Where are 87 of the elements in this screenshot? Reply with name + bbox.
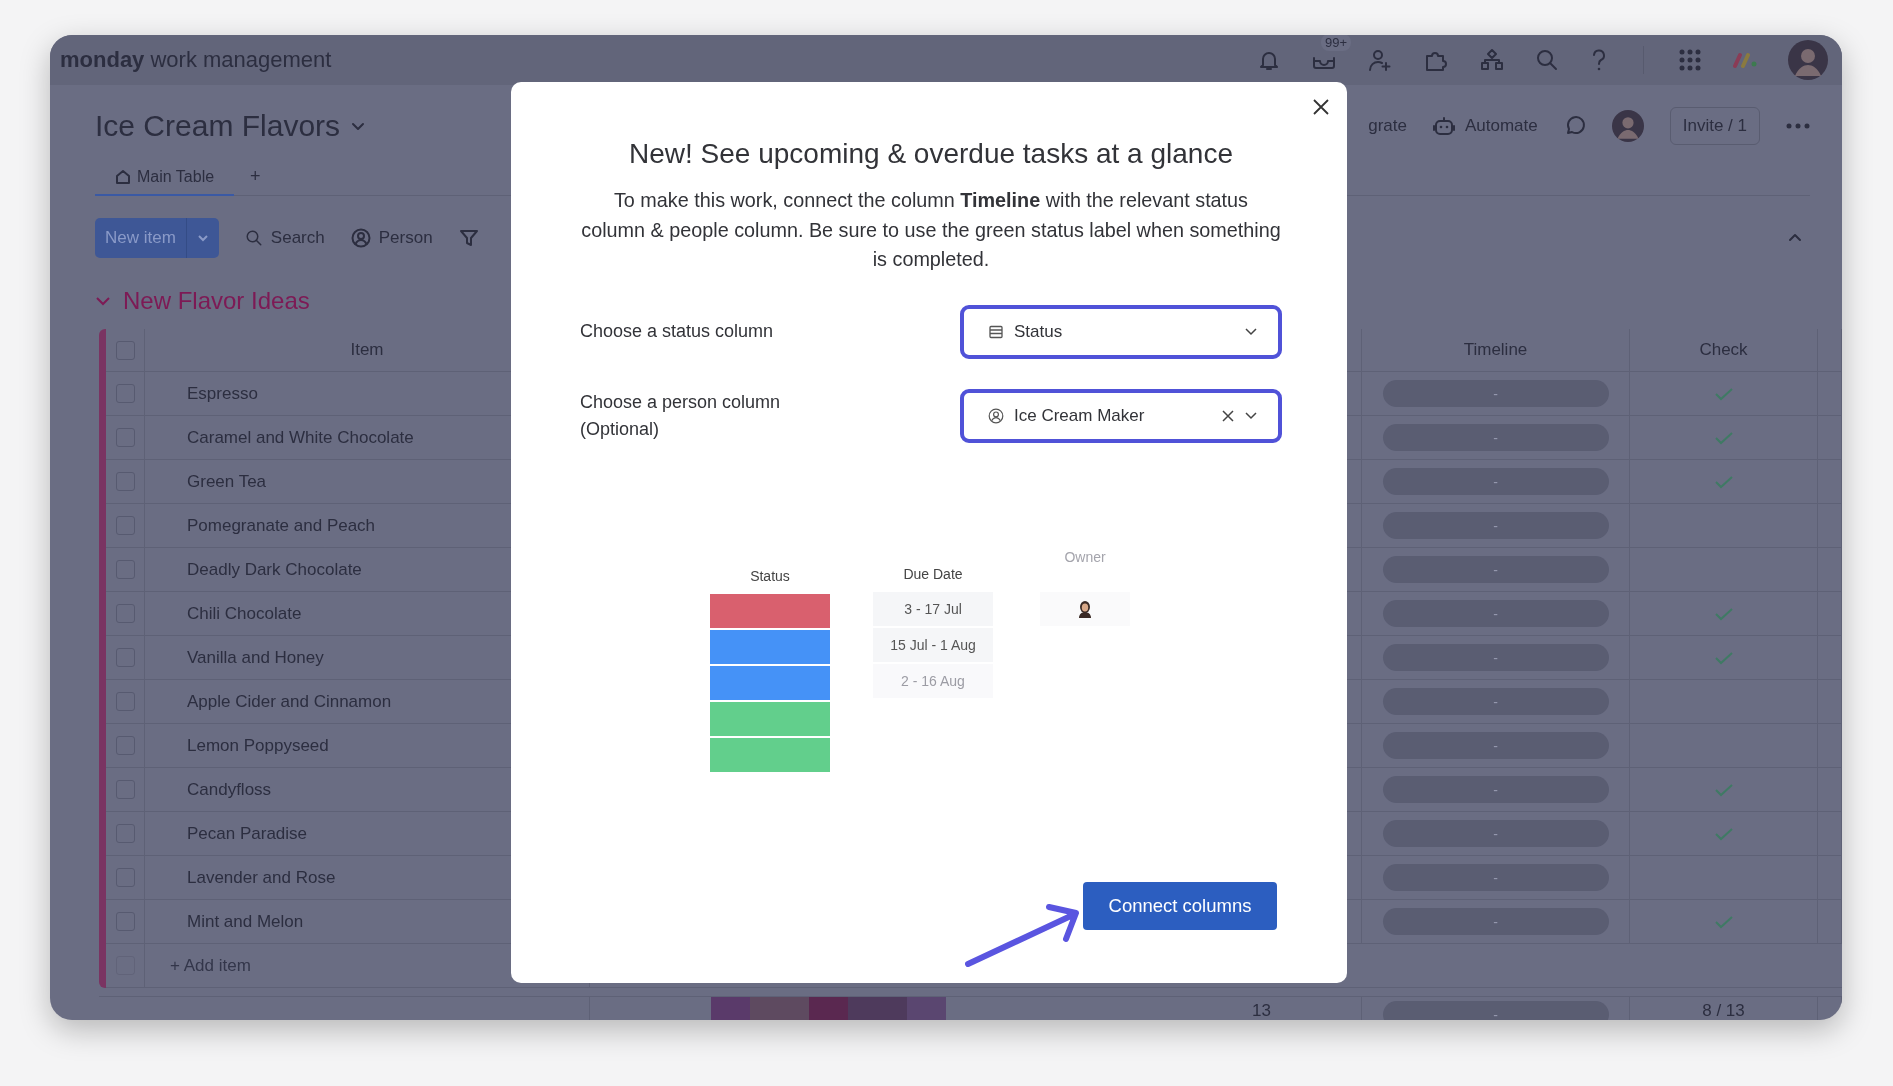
item-name[interactable]: Apple Cider and Cinnamon <box>187 691 392 712</box>
check-icon <box>1713 781 1734 798</box>
person-filter-button[interactable]: Person <box>378 228 433 248</box>
status-count: 13 <box>1252 1001 1271 1020</box>
item-name[interactable]: Green Tea <box>187 471 267 492</box>
member-avatar <box>1611 110 1644 142</box>
filter-icon[interactable] <box>458 228 479 248</box>
search-icon <box>244 229 263 247</box>
due-date-cell: 2 - 16 Aug <box>873 663 993 698</box>
preview-header: Status <box>750 567 790 586</box>
check-icon <box>1713 913 1734 930</box>
list-icon <box>988 323 1004 340</box>
item-name[interactable]: Pecan Paradise <box>187 823 308 844</box>
column-dropdown[interactable]: Status <box>960 304 1282 359</box>
person-icon <box>988 407 1004 424</box>
timeline-pill[interactable]: - <box>1382 600 1609 627</box>
check-icon <box>1713 605 1734 622</box>
column-dropdown[interactable]: Ice Cream Maker <box>960 388 1282 443</box>
timeline-pill[interactable]: - <box>1382 732 1609 759</box>
check-icon <box>1713 649 1734 666</box>
connect-columns-button[interactable]: Connect columns <box>1083 881 1277 930</box>
item-name[interactable]: Lavender and Rose <box>187 867 336 888</box>
item-name[interactable]: Candyfloss <box>187 779 272 800</box>
invite-button[interactable]: Invite / 1 <box>1669 107 1760 145</box>
due-date-cell: 3 - 17 Jul <box>873 591 993 626</box>
notification-badge: 99+ <box>1321 35 1352 51</box>
collapse-icon[interactable] <box>1788 233 1802 243</box>
item-name[interactable]: Pomegranate and Peach <box>187 515 376 536</box>
check-icon <box>1713 429 1734 446</box>
timeline-pill[interactable]: - <box>1382 688 1609 715</box>
brand-name: monday work management <box>60 47 332 73</box>
search-button[interactable]: Search <box>270 228 325 248</box>
new-item-button[interactable]: New item <box>95 218 219 258</box>
timeline-pill[interactable]: - <box>1382 820 1609 847</box>
check-icon <box>1713 825 1734 842</box>
add-view-button[interactable]: + <box>234 166 277 195</box>
integrate-link[interactable]: grate <box>1368 116 1407 136</box>
home-icon <box>115 169 131 185</box>
search-icon[interactable] <box>1535 48 1559 72</box>
view-tab[interactable]: Main Table <box>95 168 235 196</box>
timeline-pill[interactable]: - <box>1382 644 1609 671</box>
timeline-pill[interactable]: - <box>1382 512 1609 539</box>
item-name[interactable]: Mint and Melon <box>187 911 304 932</box>
field-label: Choose a person column (Optional) <box>580 390 782 441</box>
item-name[interactable]: Lemon Poppyseed <box>187 735 329 756</box>
timeline-pill[interactable]: - <box>1382 556 1609 583</box>
column-header: Timeline <box>1362 329 1630 372</box>
invite-person-icon[interactable] <box>1367 48 1393 72</box>
timeline-pill[interactable]: - <box>1382 908 1609 935</box>
due-date-cell: 15 Jul - 1 Aug <box>873 627 993 662</box>
new-item-label[interactable]: New item <box>95 218 186 258</box>
item-name[interactable]: Caramel and White Chocolate <box>187 427 414 448</box>
automate-link[interactable]: Automate <box>1464 116 1538 136</box>
user-avatar <box>1788 40 1828 80</box>
dialog-title: New! See upcoming & overdue tasks at a glance <box>628 138 1234 170</box>
timeline-pill[interactable]: - <box>1382 380 1609 407</box>
timeline-pill[interactable]: - <box>1382 776 1609 803</box>
add-item-button[interactable]: + Add item <box>170 955 251 976</box>
timeline-pill[interactable]: - <box>1382 468 1609 495</box>
logo-icon[interactable] <box>1732 52 1758 68</box>
timeline-pill[interactable]: - <box>1382 424 1609 451</box>
item-name[interactable]: Chili Chocolate <box>187 603 302 624</box>
clear-icon[interactable] <box>1222 409 1234 422</box>
check-icon <box>1713 385 1734 402</box>
person-icon <box>350 228 371 248</box>
group-title: New Flavor Ideas <box>123 287 310 315</box>
item-name[interactable]: Deadly Dark Chocolate <box>187 559 362 580</box>
chevron-down-icon[interactable] <box>1244 410 1258 421</box>
check-summary: 8 / 13 <box>1702 1001 1745 1020</box>
shapes-icon[interactable] <box>1479 48 1505 72</box>
caret-icon[interactable] <box>196 232 209 244</box>
person-figure-icon <box>1078 599 1092 618</box>
apps-grid-icon[interactable] <box>1678 48 1702 72</box>
preview-header: Owner <box>1064 548 1106 567</box>
item-name[interactable]: Espresso <box>187 383 258 404</box>
check-icon <box>1713 473 1734 490</box>
timeline-summary: - <box>1382 1001 1609 1020</box>
board-title: Ice Cream Flavors <box>95 109 341 143</box>
column-header: Check <box>1630 329 1818 372</box>
preview-header: Due Date <box>903 565 963 584</box>
robot-icon <box>1432 116 1455 136</box>
more-icon[interactable] <box>1786 122 1810 130</box>
chevron-down-icon[interactable] <box>1244 326 1258 337</box>
item-name[interactable]: Vanilla and Honey <box>187 647 324 668</box>
timeline-pill[interactable]: - <box>1382 864 1609 891</box>
close-icon[interactable] <box>1313 99 1329 115</box>
dialog-text: To make this work, connect the column Timeline with the relevant status column & people column. Be sure to use the green status label when something is completed. <box>580 188 1282 272</box>
